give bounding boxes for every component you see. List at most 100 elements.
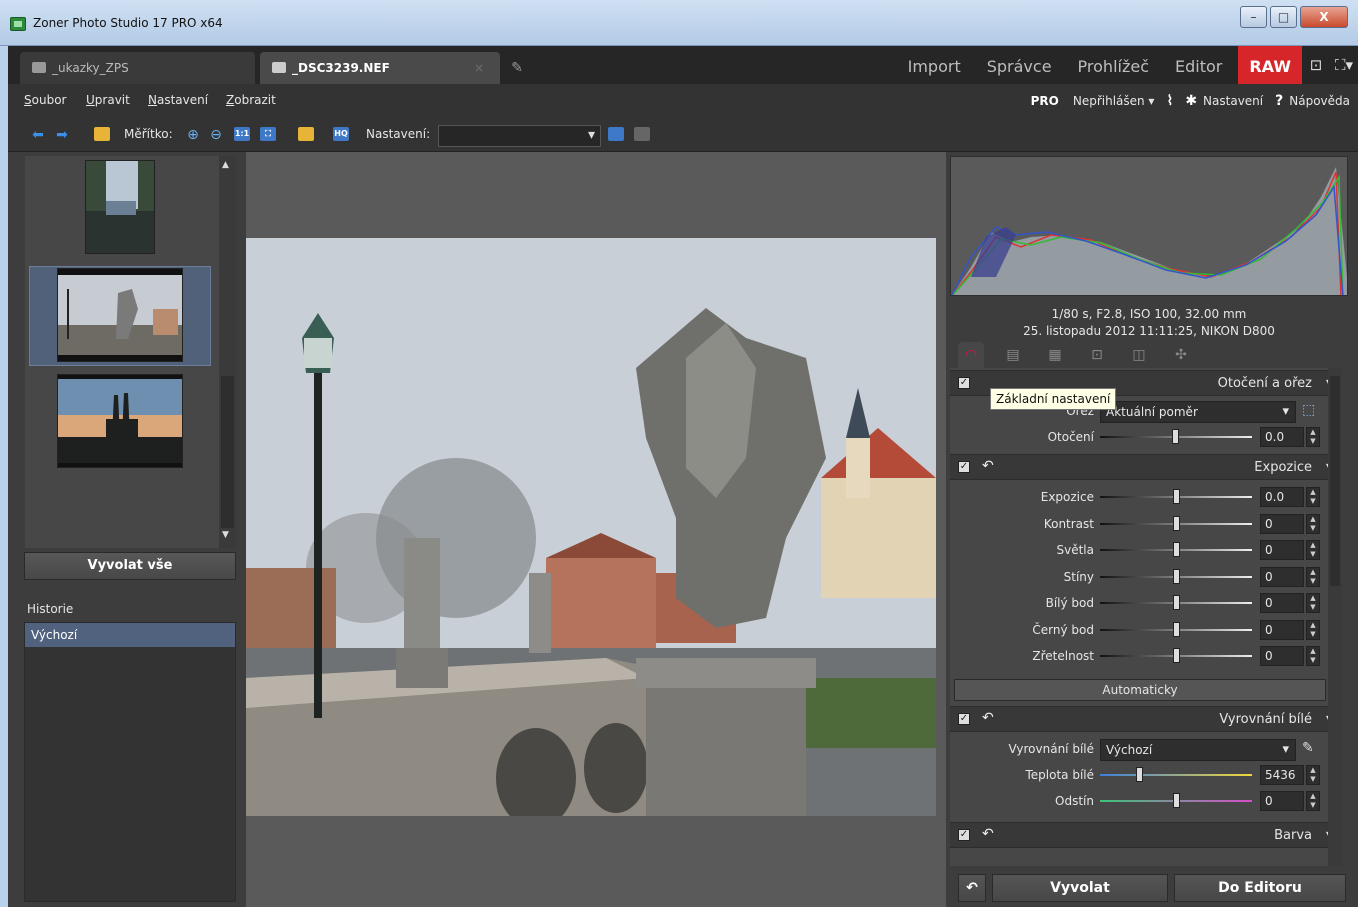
tab-dsc3239[interactable]: _DSC3239.NEF ×	[260, 52, 500, 84]
maximize-button[interactable]: □	[1270, 6, 1297, 28]
monitor-icon[interactable]: ⊡	[1302, 44, 1330, 86]
exposure-row-knob[interactable]	[1173, 542, 1180, 557]
settings-scroll-thumb[interactable]	[1330, 376, 1340, 586]
preset-select[interactable]	[438, 125, 601, 147]
develop-all-button[interactable]: Vyvolat vše	[24, 552, 236, 580]
save-preset-icon[interactable]	[608, 127, 624, 141]
menu-zobrazit[interactable]: Zobrazit	[226, 93, 276, 107]
crop-ratio-select[interactable]: Aktuální poměr	[1100, 401, 1296, 423]
tab-close-icon[interactable]: ×	[474, 52, 484, 84]
undo-icon[interactable]: ↶	[982, 458, 994, 474]
exposure-row-slider[interactable]	[1100, 621, 1252, 637]
exposure-row-spinner[interactable]: ▲ ▼	[1306, 593, 1320, 613]
exposure-row-spinner[interactable]: ▲ ▼	[1306, 619, 1320, 640]
filmstrip-scroll-thumb[interactable]	[221, 376, 234, 528]
exposure-row-value[interactable]: 0	[1260, 513, 1304, 534]
exposure-row-knob[interactable]	[1173, 595, 1180, 610]
undo-icon[interactable]: ↶	[982, 710, 994, 726]
rotation-spinner[interactable]: ▲ ▼	[1306, 427, 1320, 447]
temperature-spinner[interactable]: ▲ ▼	[1306, 765, 1320, 785]
color-checkbox[interactable]: ✓	[958, 829, 970, 841]
exposure-row-value[interactable]: 0	[1260, 646, 1304, 666]
image-icon[interactable]	[298, 127, 314, 141]
exposure-row-spinner[interactable]: ▲ ▼	[1306, 513, 1320, 534]
mode-prohlizec[interactable]: Prohlížeč	[1065, 46, 1162, 84]
wb-select[interactable]: Výchozí	[1100, 739, 1296, 761]
exposure-row-knob[interactable]	[1173, 515, 1180, 531]
settings-link[interactable]: Nastavení	[1203, 94, 1263, 108]
image-canvas[interactable]	[246, 152, 946, 907]
tools-tab-icon[interactable]: ✣	[1168, 342, 1194, 368]
menu-nastaveni[interactable]: Nastavení	[148, 93, 208, 107]
rotation-value[interactable]: 0.0	[1260, 427, 1304, 447]
fit-screen-icon[interactable]: ⛶	[260, 127, 276, 141]
tint-value[interactable]: 0	[1260, 791, 1304, 811]
auto-button[interactable]: Automaticky	[954, 679, 1326, 701]
exposure-checkbox[interactable]: ✓	[958, 461, 970, 473]
new-tab-icon[interactable]: ✎	[505, 56, 529, 80]
user-menu[interactable]: Nepřihlášen ▾	[1073, 94, 1155, 108]
close-button[interactable]: X	[1300, 6, 1348, 28]
effects-tab-icon[interactable]: ◫	[1126, 342, 1152, 368]
exposure-row-slider[interactable]	[1100, 542, 1252, 557]
thumbnail-2[interactable]	[57, 268, 183, 362]
exposure-row-value[interactable]: 0	[1260, 566, 1304, 587]
minimize-button[interactable]: –	[1240, 6, 1267, 28]
exposure-row-value[interactable]: 0.0	[1260, 487, 1304, 507]
exposure-row-slider[interactable]	[1100, 648, 1252, 663]
exposure-row-knob[interactable]	[1173, 568, 1180, 584]
rotation-slider[interactable]	[1100, 429, 1252, 444]
thumbnail-3[interactable]	[57, 374, 183, 468]
crop-icon[interactable]: ⬚	[1302, 402, 1315, 418]
develop-button[interactable]: Vyvolat	[992, 874, 1168, 902]
photo-preview[interactable]	[246, 238, 936, 816]
exposure-row-knob[interactable]	[1173, 489, 1180, 504]
exposure-row-spinner[interactable]: ▲ ▼	[1306, 646, 1320, 666]
exposure-section-header[interactable]: ✓ ↶ Expozice ▾	[950, 454, 1342, 480]
mode-raw[interactable]: RAW	[1238, 46, 1302, 84]
wb-section-header[interactable]: ✓ ↶ Vyrovnání bílé ▾	[950, 706, 1342, 732]
thumbnail-1[interactable]	[85, 160, 155, 254]
color-section-header[interactable]: ✓ ↶ Barva ▾	[950, 822, 1342, 848]
tab-ukazky[interactable]: _ukazky_ZPS	[20, 52, 255, 84]
gear-icon[interactable]: ✱	[1185, 93, 1197, 109]
tint-spinner[interactable]: ▲ ▼	[1306, 791, 1320, 811]
delete-preset-icon[interactable]	[634, 127, 650, 141]
wb-checkbox[interactable]: ✓	[958, 713, 970, 725]
menu-soubor[interactable]: Soubor	[24, 93, 66, 107]
scroll-up-icon[interactable]: ▲	[222, 160, 229, 170]
exposure-row-spinner[interactable]: ▲ ▼	[1306, 487, 1320, 507]
fullscreen-icon[interactable]: ⛶▾	[1330, 44, 1358, 86]
mode-spravce[interactable]: Správce	[974, 46, 1065, 84]
forward-arrow-icon[interactable]: ➡	[54, 126, 70, 144]
back-arrow-icon[interactable]: ⬅	[30, 126, 46, 144]
exposure-row-slider[interactable]	[1100, 595, 1252, 610]
rotation-knob[interactable]	[1172, 429, 1179, 444]
hq-preview-icon[interactable]: HQ	[333, 127, 349, 141]
basic-settings-tab-icon[interactable]: ◠	[958, 342, 984, 368]
exposure-row-value[interactable]: 0	[1260, 619, 1304, 640]
filmstrip-scrollbar[interactable]: ▲ ▼	[219, 156, 236, 548]
temperature-slider[interactable]	[1100, 767, 1252, 782]
exposure-row-value[interactable]: 0	[1260, 593, 1304, 613]
scroll-down-icon[interactable]: ▼	[222, 530, 229, 540]
exposure-row-knob[interactable]	[1173, 621, 1180, 637]
tint-knob[interactable]	[1173, 793, 1180, 808]
zoom-1to1-icon[interactable]: 1:1	[234, 127, 250, 141]
reset-undo-icon[interactable]: ↶	[958, 874, 986, 902]
exposure-row-value[interactable]: 0	[1260, 540, 1304, 560]
help-link[interactable]: Nápověda	[1289, 94, 1350, 108]
exposure-row-spinner[interactable]: ▲ ▼	[1306, 566, 1320, 587]
zoom-out-icon[interactable]: ⊖	[208, 126, 224, 144]
temperature-knob[interactable]	[1136, 767, 1143, 782]
mode-import[interactable]: Import	[895, 46, 974, 84]
eyedropper-icon[interactable]: ✎	[1302, 740, 1314, 756]
crop-checkbox[interactable]: ✓	[958, 377, 970, 389]
history-item-vychozi[interactable]: Výchozí	[25, 623, 235, 647]
undo-icon[interactable]: ↶	[982, 826, 994, 842]
exposure-row-slider[interactable]	[1100, 489, 1252, 504]
to-editor-button[interactable]: Do Editoru	[1174, 874, 1346, 902]
menu-upravit[interactable]: Upravit	[86, 93, 130, 107]
exposure-row-knob[interactable]	[1173, 648, 1180, 663]
exposure-row-slider[interactable]	[1100, 515, 1252, 531]
